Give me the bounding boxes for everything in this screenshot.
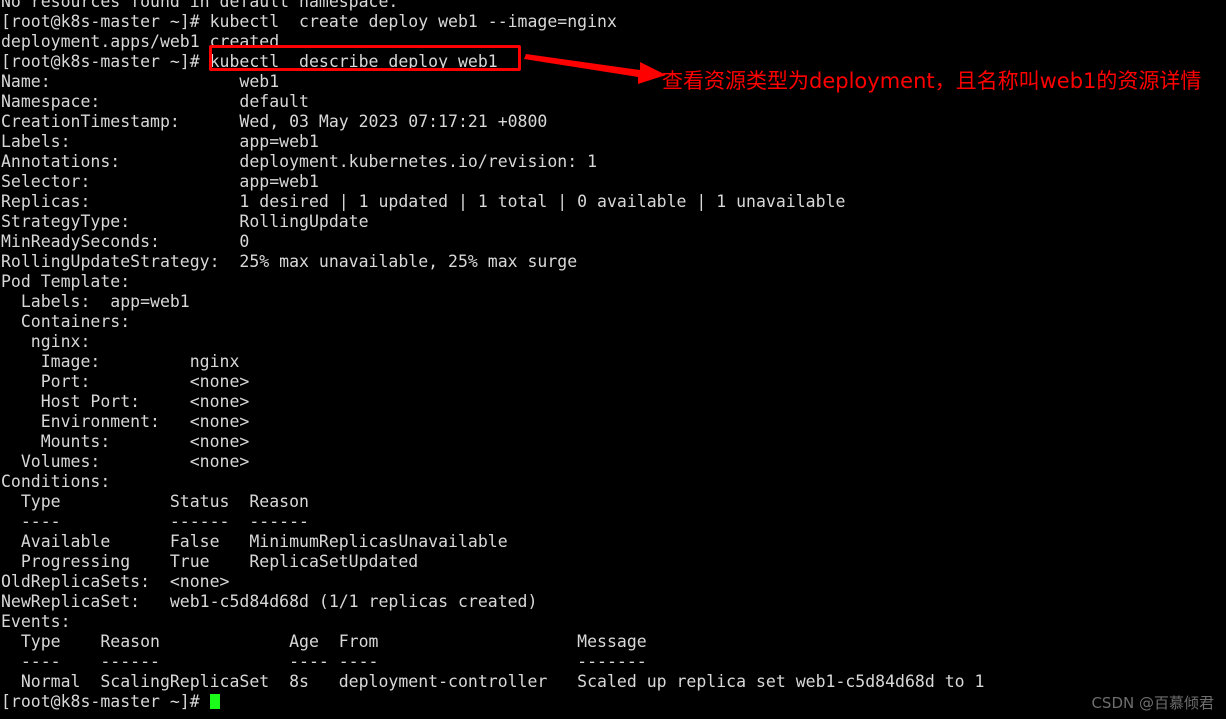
terminal-line: Environment: <none>	[1, 412, 250, 431]
terminal-line: Pod Template:	[1, 272, 131, 291]
terminal-line: Events:	[1, 612, 71, 631]
terminal-line: CreationTimestamp: Wed, 03 May 2023 07:1…	[1, 112, 548, 131]
annotation-caption: 查看资源类型为deployment，且名称叫web1的资源详情	[662, 69, 1202, 93]
csdn-watermark: CSDN @百慕倾君	[1091, 694, 1214, 712]
terminal-window[interactable]: No resources found in default namespace.…	[0, 0, 1226, 719]
terminal-line: Available False MinimumReplicasUnavailab…	[1, 532, 508, 551]
terminal-line: StrategyType: RollingUpdate	[1, 212, 369, 231]
terminal-line: Selector: app=web1	[1, 172, 319, 191]
terminal-line: ---- ------ ---- ---- -------	[1, 652, 647, 671]
terminal-line: Host Port: <none>	[1, 392, 250, 411]
terminal-line: NewReplicaSet: web1-c5d84d68d (1/1 repli…	[1, 592, 538, 611]
terminal-line: Normal ScalingReplicaSet 8s deployment-c…	[1, 672, 985, 691]
terminal-line: Volumes: <none>	[1, 452, 250, 471]
terminal-output: No resources found in default namespace.…	[0, 0, 1226, 712]
terminal-line: No resources found in default namespace.	[1, 0, 399, 11]
terminal-line: Type Reason Age From Message	[1, 632, 647, 651]
terminal-line: ---- ------ ------	[1, 512, 309, 531]
terminal-line: Conditions:	[1, 472, 111, 491]
terminal-line: Namespace: default	[1, 92, 309, 111]
terminal-line: Containers:	[1, 312, 131, 331]
terminal-line: MinReadySeconds: 0	[1, 232, 250, 251]
terminal-prompt-line[interactable]: [root@k8s-master ~]#	[0, 692, 1226, 712]
terminal-line: Type Status Reason	[1, 492, 309, 511]
terminal-line: Labels: app=web1	[1, 132, 319, 151]
shell-prompt: [root@k8s-master ~]#	[1, 692, 210, 711]
terminal-line: Progressing True ReplicaSetUpdated	[1, 552, 419, 571]
terminal-line: Port: <none>	[1, 372, 250, 391]
terminal-line: Labels: app=web1	[1, 292, 190, 311]
terminal-line: Annotations: deployment.kubernetes.io/re…	[1, 152, 598, 171]
terminal-line: [root@k8s-master ~]# kubectl create depl…	[1, 12, 617, 31]
terminal-cursor	[209, 694, 220, 709]
terminal-line: Mounts: <none>	[1, 432, 250, 451]
terminal-line: RollingUpdateStrategy: 25% max unavailab…	[1, 252, 578, 271]
terminal-line: nginx:	[1, 332, 91, 351]
terminal-line: Replicas: 1 desired | 1 updated | 1 tota…	[1, 192, 846, 211]
terminal-line: deployment.apps/web1 created	[1, 32, 280, 51]
terminal-line: OldReplicaSets: <none>	[1, 572, 230, 591]
terminal-line: Image: nginx	[1, 352, 240, 371]
